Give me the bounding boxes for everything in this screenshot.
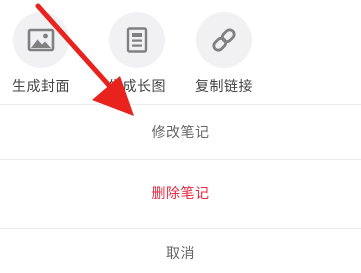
copy-link-label: 复制链接 [195, 79, 253, 95]
generate-long-image-button[interactable]: 生成长图 [96, 0, 178, 98]
generate-cover-label: 生成封面 [12, 79, 70, 95]
generate-long-image-label: 生成长图 [108, 79, 166, 95]
copy-link-icon-circle [196, 12, 252, 68]
image-icon [27, 28, 55, 52]
generate-cover-icon-circle [13, 12, 69, 68]
delete-note-button[interactable]: 删除笔记 [0, 183, 361, 203]
document-icon [126, 27, 148, 53]
generate-cover-button[interactable]: 生成封面 [0, 0, 82, 98]
divider [0, 228, 361, 229]
share-options-row: 生成封面 生成长图 复制链接 [0, 0, 361, 98]
edit-note-button[interactable]: 修改笔记 [0, 122, 361, 142]
link-icon [212, 28, 236, 52]
copy-link-button[interactable]: 复制链接 [183, 0, 265, 98]
divider [0, 159, 361, 160]
divider [0, 104, 361, 105]
cancel-button[interactable]: 取消 [0, 243, 361, 263]
generate-long-image-icon-circle [109, 12, 165, 68]
